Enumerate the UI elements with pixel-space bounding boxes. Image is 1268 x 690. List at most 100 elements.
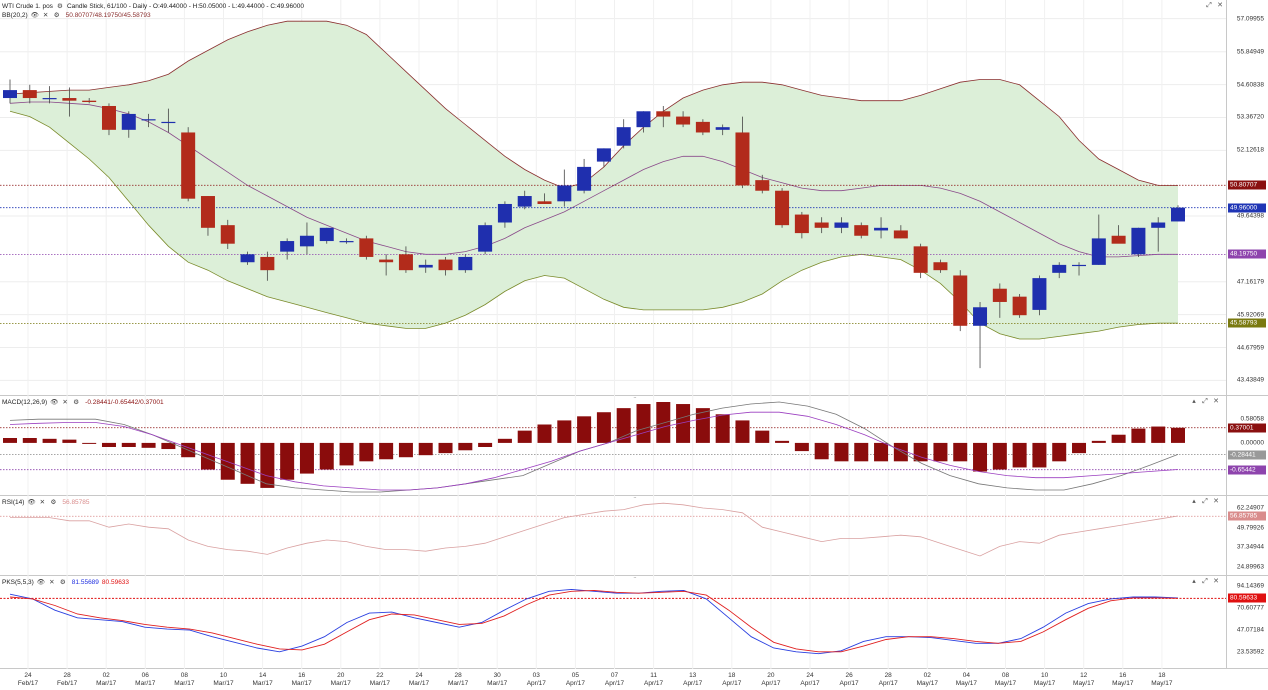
x-tick-month: Apr/17 <box>526 680 546 687</box>
x-tick-month: May/17 <box>1033 680 1056 687</box>
macd-histogram-bar <box>1171 427 1185 443</box>
candle-body <box>42 98 57 100</box>
x-tick-month: Mar/17 <box>135 680 156 687</box>
x-tick-day: 28 <box>63 672 71 679</box>
candle-body <box>973 307 988 326</box>
close-icon[interactable]: ✕ <box>42 11 50 20</box>
macd-histogram-bar <box>933 442 948 462</box>
candle-body <box>497 203 512 223</box>
close-icon[interactable]: ✕ <box>61 398 69 407</box>
price-chart[interactable] <box>0 0 1226 396</box>
settings-gear-icon[interactable]: ⚙ <box>59 578 67 587</box>
eye-icon[interactable]: 👁 <box>50 398 58 407</box>
macd-histogram-bar <box>755 430 770 443</box>
eye-icon[interactable]: 👁 <box>37 578 45 587</box>
macd-histogram-bar <box>775 440 790 443</box>
rsi-name: RSI(14) <box>2 499 25 506</box>
y-tick-label: 37.34944 <box>1236 543 1264 551</box>
macd-histogram-bar <box>953 442 968 462</box>
pks-chart[interactable] <box>0 576 1226 669</box>
close-icon[interactable]: ✕ <box>1216 1 1224 10</box>
expand-icon[interactable]: ⤢ <box>1205 1 1213 10</box>
x-tick-label: 16 May/17 <box>1112 672 1133 688</box>
macd-histogram-bar <box>577 416 592 443</box>
settings-gear-icon[interactable]: ⚙ <box>72 398 80 407</box>
macd-histogram-bar <box>220 442 235 480</box>
macd-histogram-bar <box>794 442 809 452</box>
macd-histogram-bar <box>1032 442 1047 468</box>
value-badge: -0.28441 <box>1228 450 1266 460</box>
value-badge: 45.58793 <box>1228 318 1266 328</box>
macd-histogram-bar <box>834 442 849 462</box>
settings-gear-icon[interactable]: ⚙ <box>56 2 64 11</box>
macd-histogram-bar <box>1111 434 1126 443</box>
ohlc-readout: Candle Stick, 61/100 - Daily - O:49.4400… <box>66 3 304 10</box>
eye-icon[interactable]: 👁 <box>27 498 35 507</box>
close-icon[interactable]: ✕ <box>48 578 56 587</box>
close-icon[interactable]: ✕ <box>1212 497 1220 506</box>
pks-axis[interactable]: 94.14369 70.60777 47.07184 23.53592 80.59633 <box>1226 576 1268 668</box>
x-tick-label: 02 May/17 <box>917 672 938 688</box>
price-axis[interactable]: 57.09955 55.84949 54.60838 53.36720 52.12618… <box>1226 0 1268 395</box>
arrow-up-icon[interactable]: ▴ <box>1190 497 1198 506</box>
close-icon[interactable]: ✕ <box>1212 397 1220 406</box>
candle-body <box>220 225 235 244</box>
x-tick-month: Mar/17 <box>252 680 273 687</box>
candle-body <box>834 222 849 228</box>
y-tick-label: 47.07184 <box>1236 626 1264 634</box>
candle-body <box>596 148 611 162</box>
expand-icon[interactable]: ⤢ <box>1201 577 1209 586</box>
pks-header: PKS(5,5,3) 👁 ✕ ⚙ 81.55689 80.59633 <box>2 578 129 587</box>
rsi-line <box>10 502 1179 557</box>
candle-body <box>1171 207 1185 222</box>
macd-histogram-bar <box>735 420 750 443</box>
arrow-up-icon[interactable]: ▴ <box>1190 577 1198 586</box>
x-tick-month: Apr/17 <box>683 680 703 687</box>
macd-chart[interactable] <box>0 396 1226 496</box>
y-tick-label: 47.16179 <box>1236 278 1264 286</box>
candle-body <box>695 121 710 133</box>
x-tick-day: 08 <box>1001 672 1010 679</box>
y-tick-label: 94.14369 <box>1236 582 1264 590</box>
x-tick-month: May/17 <box>994 680 1017 687</box>
settings-gear-icon[interactable]: ⚙ <box>53 11 61 20</box>
x-tick-day: 18 <box>1158 672 1166 679</box>
rsi-axis[interactable]: 62.24907 49.79926 37.34944 24.89963 56.85785 <box>1226 496 1268 575</box>
macd-histogram-bar <box>874 442 889 462</box>
settings-gear-icon[interactable]: ⚙ <box>49 498 57 507</box>
candle-body <box>141 119 156 121</box>
y-tick-label: 45.92069 <box>1236 311 1264 319</box>
x-tick-day: 02 <box>102 672 110 679</box>
macd-histogram-bar <box>299 442 314 474</box>
candle-body <box>101 105 116 130</box>
pks-red-line <box>9 589 1179 653</box>
x-tick-month: Mar/17 <box>174 680 195 687</box>
x-tick-label: 14 Mar/17 <box>252 672 272 688</box>
x-tick-day: 24 <box>415 672 423 679</box>
x-tick-label: 10 Mar/17 <box>213 672 233 688</box>
macd-axis[interactable]: 0.58058 0.00000 0.37001 -0.28441 -0.65442 <box>1226 396 1268 495</box>
pks-red-value: 80.59633 <box>101 579 130 586</box>
candle-body <box>1091 238 1106 265</box>
x-tick-label: 24 Mar/17 <box>409 672 429 688</box>
x-tick-day: 05 <box>571 672 579 679</box>
eye-icon[interactable]: 👁 <box>31 11 39 20</box>
candle-body <box>775 190 790 226</box>
expand-icon[interactable]: ⤢ <box>1201 497 1209 506</box>
macd-histogram-bar <box>438 442 453 454</box>
close-icon[interactable]: ✕ <box>38 498 46 507</box>
y-tick-label: 24.89963 <box>1236 563 1264 571</box>
arrow-up-icon[interactable]: ▴ <box>1190 397 1198 406</box>
x-tick-month: Apr/17 <box>644 680 664 687</box>
close-icon[interactable]: ✕ <box>1212 577 1220 586</box>
rsi-chart[interactable] <box>0 496 1226 576</box>
x-tick-day: 13 <box>689 672 697 679</box>
macd-histogram-bar <box>62 439 77 443</box>
bb-header: BB(20,2) 👁 ✕ ⚙ 50.80707/48.19750/45.5879… <box>2 11 151 20</box>
expand-icon[interactable]: ⤢ <box>1201 397 1209 406</box>
macd-histogram-bar <box>1131 428 1146 443</box>
value-badge: 50.80707 <box>1228 180 1266 190</box>
date-axis[interactable]: 24 Feb/17 28 Feb/17 02 Mar/17 06 Mar/17 08 Mar/17… <box>0 669 1226 690</box>
candle-body <box>458 256 473 271</box>
candle-body <box>537 201 552 204</box>
